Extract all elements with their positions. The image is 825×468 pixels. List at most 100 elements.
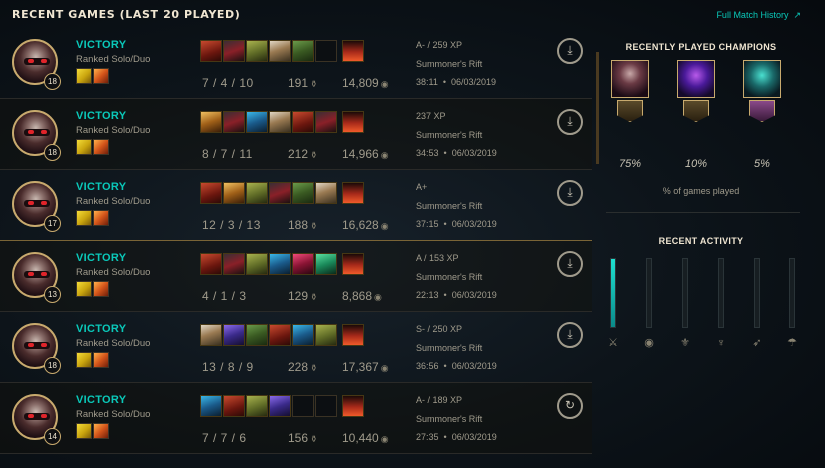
queue-type: Ranked Solo/Duo bbox=[76, 54, 151, 65]
separator-dot: • bbox=[442, 77, 447, 87]
item-icon bbox=[223, 253, 245, 275]
download-replay-button[interactable]: ⤓ bbox=[557, 109, 583, 135]
recent-games-header: RECENT GAMES (LAST 20 PLAYED) Full Match… bbox=[0, 0, 825, 30]
creep-score: 191 ⚱ bbox=[288, 76, 318, 90]
creep-score: 212 ⚱ bbox=[288, 147, 318, 161]
download-replay-button[interactable]: ⤓ bbox=[557, 322, 583, 348]
champion-eye bbox=[28, 130, 34, 134]
match-row[interactable]: 18 VICTORY Ranked Solo/Duo 7 / 4 / 10 19… bbox=[0, 28, 592, 99]
map-name: Summoner's Rift bbox=[416, 130, 483, 140]
flash-spell-icon bbox=[76, 68, 92, 84]
item-icon bbox=[315, 111, 337, 133]
match-row[interactable]: 13 VICTORY Ranked Solo/Duo 4 / 1 / 3 129… bbox=[0, 241, 592, 312]
item-icon bbox=[246, 182, 268, 204]
match-row[interactable]: 17 VICTORY Ranked Solo/Duo 12 / 3 / 13 1… bbox=[0, 170, 592, 241]
match-result: VICTORY bbox=[76, 323, 127, 335]
item-icon bbox=[223, 111, 245, 133]
creep-score-value: 191 bbox=[288, 76, 309, 90]
champion-level-badge: 17 bbox=[44, 215, 61, 232]
item-icon bbox=[246, 40, 268, 62]
item-icon bbox=[246, 324, 268, 346]
item-build bbox=[200, 324, 365, 350]
summoner-spells bbox=[76, 352, 110, 370]
trinket-icon bbox=[342, 40, 364, 62]
item-build bbox=[200, 253, 365, 279]
ignite-spell-icon bbox=[93, 352, 109, 368]
gold-value: 8,868 bbox=[342, 289, 373, 303]
download-replay-button[interactable]: ⤓ bbox=[557, 180, 583, 206]
grade-xp: A- / 189 XP bbox=[416, 395, 463, 405]
item-icon bbox=[223, 40, 245, 62]
download-replay-button[interactable]: ⤓ bbox=[557, 251, 583, 277]
recent-champion[interactable] bbox=[674, 60, 718, 122]
creep-score-value: 188 bbox=[288, 218, 309, 232]
match-date: 06/03/2019 bbox=[451, 77, 497, 87]
flash-spell-icon bbox=[76, 281, 92, 297]
item-icon bbox=[269, 324, 291, 346]
item-icon bbox=[315, 253, 337, 275]
champion-portrait bbox=[611, 60, 649, 98]
match-row[interactable]: 18 VICTORY Ranked Solo/Duo 13 / 8 / 9 22… bbox=[0, 312, 592, 383]
match-duration: 36:56 bbox=[416, 361, 439, 371]
map-name: Summoner's Rift bbox=[416, 272, 483, 282]
activity-bar bbox=[646, 258, 652, 328]
match-time: 22:13 • 06/03/2019 bbox=[416, 290, 497, 300]
fighter-icon: ♆ bbox=[716, 337, 726, 349]
match-row[interactable]: 14 VICTORY Ranked Solo/Duo 7 / 7 / 6 156… bbox=[0, 383, 592, 454]
recent-champion[interactable] bbox=[740, 60, 784, 122]
gold-earned: 10,440 ◉ bbox=[342, 431, 389, 445]
gold-icon: ◉ bbox=[380, 79, 389, 89]
activity-bar-fill bbox=[611, 259, 615, 327]
recent-games-title: RECENT GAMES (LAST 20 PLAYED) bbox=[12, 8, 241, 21]
replay-button[interactable]: ↻ bbox=[557, 393, 583, 419]
minion-icon: ⚱ bbox=[310, 79, 318, 89]
kda-score: 8 / 7 / 11 bbox=[202, 147, 253, 161]
item-icon bbox=[315, 182, 337, 204]
item-build bbox=[200, 182, 365, 208]
ignite-spell-icon bbox=[93, 139, 109, 155]
flash-spell-icon bbox=[76, 210, 92, 226]
item-build bbox=[200, 111, 365, 137]
separator-dot: • bbox=[443, 290, 447, 300]
champion-level-badge: 14 bbox=[44, 428, 61, 445]
flash-spell-icon bbox=[76, 139, 92, 155]
kda-score: 12 / 3 / 13 bbox=[202, 218, 261, 232]
ignite-spell-icon bbox=[93, 423, 109, 439]
creep-score-value: 212 bbox=[288, 147, 309, 161]
activity-bar bbox=[718, 258, 724, 328]
download-replay-button[interactable]: ⤓ bbox=[557, 38, 583, 64]
match-duration: 37:15 bbox=[416, 219, 439, 229]
match-time: 38:11 • 06/03/2019 bbox=[416, 77, 496, 87]
creep-score: 129 ⚱ bbox=[288, 289, 318, 303]
empty-item-slot bbox=[292, 395, 314, 417]
queue-type: Ranked Solo/Duo bbox=[76, 267, 151, 278]
ignite-spell-icon bbox=[93, 281, 109, 297]
champion-level-badge: 13 bbox=[44, 286, 61, 303]
champion-eye bbox=[41, 414, 47, 418]
match-row[interactable]: 18 VICTORY Ranked Solo/Duo 8 / 7 / 11 21… bbox=[0, 99, 592, 170]
summoner-spells bbox=[76, 210, 110, 228]
kda-score: 7 / 7 / 6 bbox=[202, 431, 247, 445]
ignite-spell-icon bbox=[93, 68, 109, 84]
activity-bar bbox=[610, 258, 616, 328]
champion-eye bbox=[28, 59, 34, 63]
full-match-history-link[interactable]: Full Match History ↗ bbox=[716, 10, 801, 21]
creep-score: 228 ⚱ bbox=[288, 360, 318, 374]
match-date: 06/03/2019 bbox=[451, 290, 497, 300]
minion-icon: ⚱ bbox=[310, 434, 318, 444]
item-icon bbox=[223, 324, 245, 346]
recent-champion[interactable] bbox=[608, 60, 652, 122]
champion-eye bbox=[28, 272, 34, 276]
sidebar-divider bbox=[606, 212, 800, 213]
match-result: VICTORY bbox=[76, 110, 127, 122]
item-icon bbox=[292, 324, 314, 346]
item-icon bbox=[200, 253, 222, 275]
map-name: Summoner's Rift bbox=[416, 201, 483, 211]
match-duration: 27:35 bbox=[416, 432, 439, 442]
match-list: 18 VICTORY Ranked Solo/Duo 7 / 4 / 10 19… bbox=[0, 28, 592, 454]
item-icon bbox=[200, 40, 222, 62]
creep-score: 156 ⚱ bbox=[288, 431, 318, 445]
gold-earned: 14,966 ◉ bbox=[342, 147, 389, 161]
champion-eye bbox=[41, 59, 47, 63]
minion-icon: ⚱ bbox=[310, 363, 318, 373]
